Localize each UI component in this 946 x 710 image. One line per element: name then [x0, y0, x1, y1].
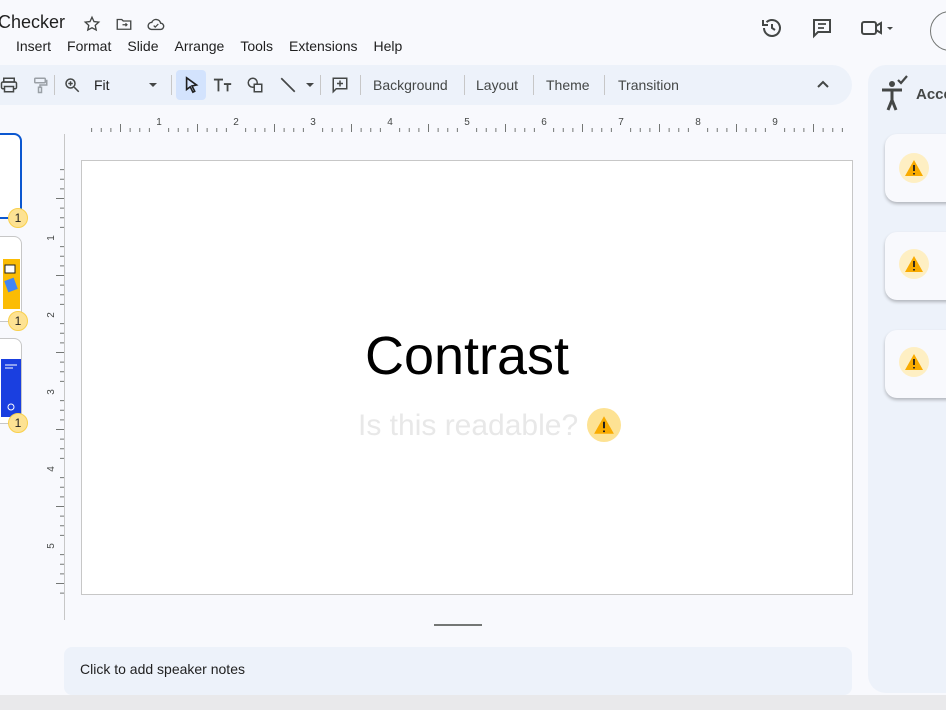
ruler-label: 2	[233, 117, 239, 128]
warning-icon	[899, 347, 929, 377]
menu-tools[interactable]: Tools	[232, 38, 281, 54]
slide-thumbnail-3[interactable]	[0, 338, 22, 424]
ruler-label: 2	[46, 312, 57, 318]
bottom-strip	[0, 695, 946, 710]
print-icon[interactable]	[0, 65, 18, 105]
menu-slide[interactable]: Slide	[119, 38, 166, 54]
horizontal-ruler: 1 2 3 4 5 6 7 8 9	[91, 117, 843, 132]
slide-canvas[interactable]: Contrast Is this readable?	[81, 160, 853, 595]
issue-count-badge: 1	[8, 208, 28, 228]
warning-icon	[899, 153, 929, 183]
move-to-folder-icon[interactable]	[114, 14, 134, 34]
issue-count-badge: 1	[8, 311, 28, 331]
line-dropdown-icon[interactable]	[305, 65, 315, 105]
slide-thumbnail-1[interactable]	[0, 133, 22, 219]
issue-card[interactable]	[885, 134, 946, 202]
ruler-label: 6	[541, 117, 547, 128]
ruler-label: 1	[156, 117, 162, 128]
paint-format-icon[interactable]	[31, 65, 49, 105]
warning-icon	[899, 249, 929, 279]
low-contrast-warning-icon[interactable]	[587, 408, 621, 442]
share-button[interactable]	[930, 11, 946, 51]
transition-button[interactable]: Transition	[618, 65, 679, 105]
ruler-label: 7	[618, 117, 624, 128]
ruler-label: 4	[46, 466, 57, 472]
issue-card[interactable]	[885, 232, 946, 300]
side-panel-title: Acce	[916, 86, 946, 103]
thumbnail-image	[1, 359, 21, 417]
select-cursor-icon[interactable]	[184, 65, 200, 105]
theme-button[interactable]: Theme	[546, 65, 590, 105]
ruler-label: 3	[46, 389, 57, 395]
issue-card[interactable]	[885, 330, 946, 398]
background-button[interactable]: Background	[373, 65, 448, 105]
ruler-label: 9	[772, 117, 778, 128]
zoom-icon[interactable]	[63, 65, 81, 105]
video-call-icon[interactable]	[860, 16, 896, 40]
canvas-left-edge	[64, 134, 65, 620]
shape-icon[interactable]	[246, 65, 264, 105]
ruler-label: 1	[46, 235, 57, 241]
issue-count-badge: 1	[8, 413, 28, 433]
menu-arrange[interactable]: Arrange	[167, 38, 233, 54]
collapse-toolbar-icon[interactable]	[816, 65, 830, 105]
vertical-ruler: 1 2 3 4 5	[46, 169, 64, 594]
star-icon[interactable]	[82, 14, 102, 34]
comments-icon[interactable]	[810, 16, 834, 40]
version-history-icon[interactable]	[760, 16, 784, 40]
slide-thumbnail-2[interactable]	[0, 236, 22, 322]
ruler-label: 5	[46, 543, 57, 549]
ruler-label: 4	[387, 117, 393, 128]
cloud-saved-icon[interactable]	[146, 14, 166, 34]
ruler-label: 8	[695, 117, 701, 128]
menu-bar: Insert Format Slide Arrange Tools Extens…	[16, 38, 410, 54]
zoom-select[interactable]: Fit	[94, 65, 110, 105]
layout-button[interactable]: Layout	[476, 65, 518, 105]
ruler-label: 3	[310, 117, 316, 128]
menu-insert[interactable]: Insert	[16, 38, 59, 54]
new-comment-icon[interactable]	[331, 65, 349, 105]
slide-title[interactable]: Contrast	[82, 325, 852, 387]
speaker-notes[interactable]: Click to add speaker notes	[64, 647, 852, 695]
ruler-label: 5	[464, 117, 470, 128]
slide-subtitle[interactable]: Is this readable?	[358, 409, 578, 443]
text-box-icon[interactable]	[213, 65, 233, 105]
menu-format[interactable]: Format	[59, 38, 119, 54]
zoom-dropdown-icon[interactable]	[148, 65, 158, 105]
document-title[interactable]: Checker	[0, 12, 65, 33]
accessibility-icon	[878, 74, 912, 117]
menu-extensions[interactable]: Extensions	[281, 38, 365, 54]
menu-help[interactable]: Help	[365, 38, 410, 54]
thumbnail-image	[3, 259, 20, 309]
notes-resize-handle[interactable]	[434, 624, 482, 626]
line-icon[interactable]	[279, 65, 297, 105]
